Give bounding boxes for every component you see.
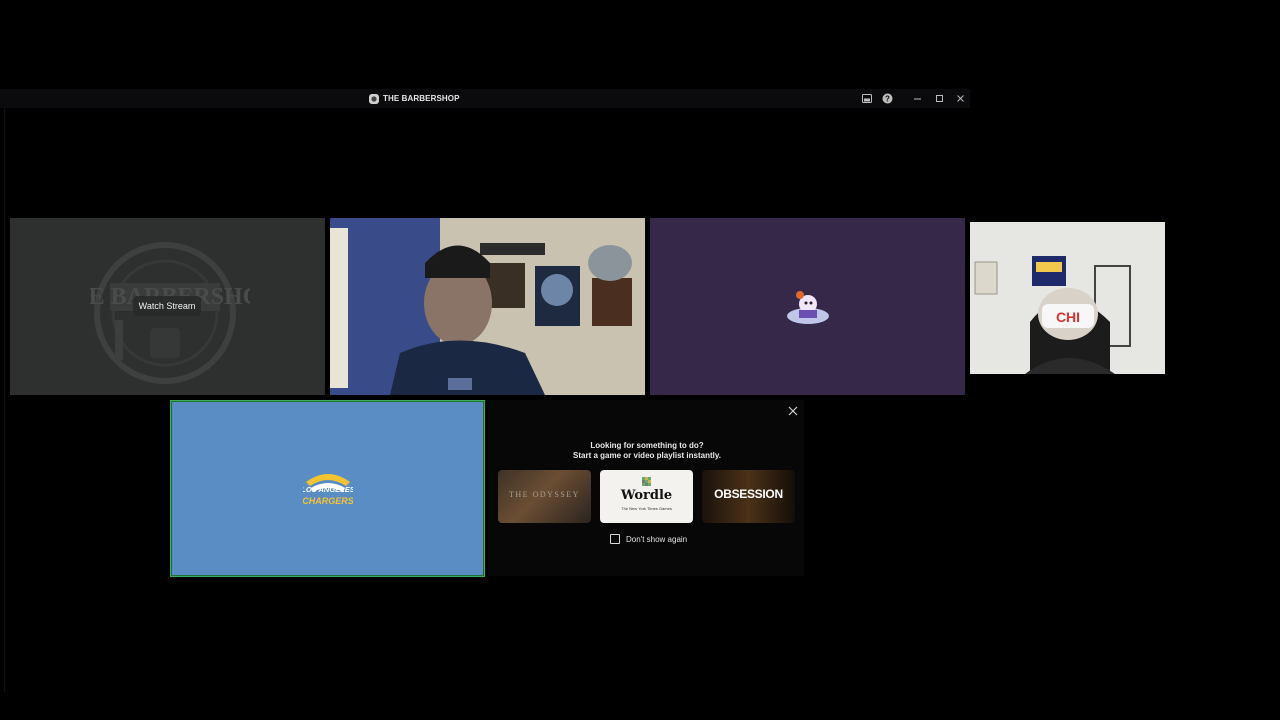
chargers-logo: LOS ANGELES CHARGERS	[303, 474, 353, 506]
activity-subtitle: Start a game or video playlist instantly…	[573, 451, 721, 460]
wordle-grid-icon	[642, 477, 651, 486]
server-icon	[369, 93, 379, 104]
close-icon[interactable]	[787, 405, 799, 417]
game-publisher: The New York Times Games	[621, 506, 672, 511]
window-titlebar: THE BARBERSHOP ?	[0, 89, 970, 108]
game-card-obsession[interactable]: OBSESSION	[702, 470, 795, 523]
svg-text:CHI: CHI	[1056, 309, 1080, 325]
webcam-video	[330, 218, 645, 395]
game-title: Wordle	[620, 488, 673, 503]
video-tile-participant-3[interactable]: CHI	[970, 222, 1165, 374]
svg-text:?: ?	[885, 94, 890, 103]
sidebar-edge	[4, 108, 5, 692]
maximize-icon[interactable]	[934, 93, 945, 104]
activity-suggestion-panel: Looking for something to do? Start a gam…	[488, 400, 804, 576]
dont-show-again-option[interactable]: Don't show again	[610, 533, 687, 545]
window-title-group: THE BARBERSHOP	[369, 92, 460, 105]
minimize-icon[interactable]	[912, 93, 923, 104]
dont-show-again-checkbox[interactable]	[610, 534, 620, 544]
game-card-odyssey[interactable]: THE ODYSSEY	[498, 470, 591, 523]
chargers-logo-text-top: LOS ANGELES	[303, 485, 353, 494]
stream-tile-barbershop[interactable]: THE BARBERSHOP Watch Stream	[10, 218, 325, 395]
activity-title: Looking for something to do?	[590, 441, 704, 450]
webcam-video-2: CHI	[970, 222, 1165, 374]
chargers-logo-text-bottom: CHARGERS	[303, 496, 353, 506]
avatar	[787, 291, 829, 324]
game-title: THE ODYSSEY	[509, 490, 580, 499]
game-card-wordle[interactable]: Wordle The New York Times Games	[600, 470, 693, 523]
dont-show-again-label: Don't show again	[626, 534, 688, 544]
game-title: OBSESSION	[714, 487, 783, 501]
video-tile-participant-2[interactable]	[650, 218, 965, 395]
video-tile-chargers[interactable]: LOS ANGELES CHARGERS	[170, 400, 485, 577]
help-icon[interactable]: ?	[882, 93, 893, 104]
video-tile-participant-1[interactable]	[330, 218, 645, 395]
close-icon[interactable]	[955, 93, 966, 104]
window-title: THE BARBERSHOP	[383, 94, 460, 103]
inbox-icon[interactable]	[861, 93, 872, 104]
watch-stream-button[interactable]: Watch Stream	[133, 296, 201, 316]
